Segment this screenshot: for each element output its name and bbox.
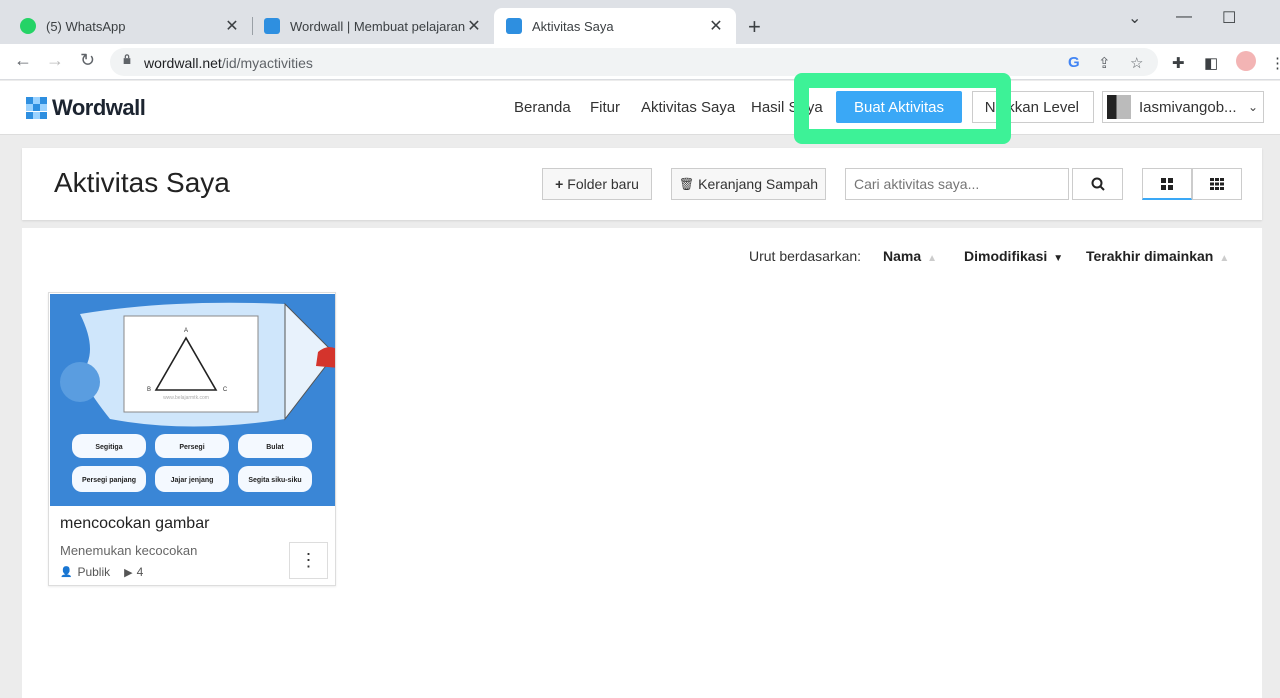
new-tab-button[interactable]: + xyxy=(748,14,761,40)
sort-option-label: Dimodifikasi xyxy=(964,248,1048,264)
activity-thumbnail[interactable]: A B C www.belajarmtk.com Segitiga Perseg… xyxy=(50,294,335,506)
sort-up-icon: ▲ xyxy=(1219,253,1230,264)
large-grid-icon xyxy=(1161,177,1173,190)
activity-meta: 👤 Publik ▶ 4 xyxy=(60,565,143,579)
url-field[interactable]: wordwall.net/id/myactivities G ⇪ ☆ xyxy=(110,48,1158,76)
option-segita-siku-siku: Segita siku-siku xyxy=(248,477,301,484)
sort-up-icon: ▲ xyxy=(927,253,938,264)
option-jajar-jenjang: Jajar jenjang xyxy=(171,477,214,484)
nav-fitur[interactable]: Fitur xyxy=(590,99,620,116)
profile-avatar[interactable] xyxy=(1236,51,1256,71)
plus-icon: + xyxy=(555,176,564,192)
url-path: /id/myactivities xyxy=(221,55,313,71)
share-icon[interactable]: ⇪ xyxy=(1098,54,1111,72)
close-icon[interactable]: ✕ xyxy=(224,16,240,36)
address-bar: ← → ↻ wordwall.net/id/myactivities G ⇪ ☆… xyxy=(0,44,1280,80)
small-grid-view-button[interactable] xyxy=(1192,168,1242,200)
whatsapp-icon xyxy=(20,18,36,34)
trash-icon: 🗑 xyxy=(678,177,695,191)
grid-view-button[interactable] xyxy=(1142,168,1192,200)
lock-icon xyxy=(123,54,131,64)
activity-type: Menemukan kecocokan xyxy=(60,543,198,558)
tab-title: Aktivitas Saya xyxy=(532,18,614,34)
tab-whatsapp[interactable]: (5) WhatsApp ✕ xyxy=(8,8,252,44)
play-count: 4 xyxy=(136,565,144,579)
search-button[interactable] xyxy=(1072,168,1123,200)
visibility-label: Publik xyxy=(77,565,111,579)
option-bulat: Bulat xyxy=(266,444,284,451)
nav-hasil-saya[interactable]: Hasil Saya xyxy=(751,99,823,116)
sort-down-icon: ▼ xyxy=(1053,253,1064,264)
more-vertical-icon: ⋮ xyxy=(299,550,318,570)
page-title-panel: Aktivitas Saya + Folder baru 🗑 Keranjang… xyxy=(22,148,1262,220)
play-icon: ▶ xyxy=(124,566,133,579)
trash-label: Keranjang Sampah xyxy=(698,176,819,192)
activity-card[interactable]: A B C www.belajarmtk.com Segitiga Perseg… xyxy=(48,292,336,586)
page-title: Aktivitas Saya xyxy=(54,167,230,198)
tab-search-icon[interactable]: ⌄ xyxy=(1128,8,1141,28)
back-icon[interactable]: ← xyxy=(14,50,32,71)
thumbnail-image: A B C www.belajarmtk.com Segitiga Perseg… xyxy=(60,302,335,492)
logo[interactable]: Wordwall xyxy=(26,95,146,121)
sort-by-name[interactable]: Nama ▲ xyxy=(883,248,937,264)
activity-list-panel: Urut berdasarkan: Nama ▲ Dimodifikasi ▼ Te… xyxy=(22,228,1262,698)
small-grid-icon xyxy=(1210,178,1224,190)
reload-icon[interactable]: ↻ xyxy=(80,50,95,71)
sort-label: Urut berdasarkan: xyxy=(749,248,862,264)
option-persegi: Persegi xyxy=(179,444,204,451)
wordwall-icon xyxy=(506,18,522,34)
forward-icon[interactable]: → xyxy=(46,50,64,71)
new-folder-button[interactable]: + Folder baru xyxy=(542,168,652,200)
sort-by-modified[interactable]: Dimodifikasi ▼ xyxy=(964,248,1063,264)
logo-text: Wordwall xyxy=(52,95,146,120)
sort-option-label: Terakhir dimainkan xyxy=(1086,248,1214,264)
upgrade-level-label: Naikkan Level xyxy=(984,98,1079,116)
nav-aktivitas-saya[interactable]: Aktivitas Saya xyxy=(641,99,735,116)
activity-options-button[interactable]: ⋮ xyxy=(289,542,328,579)
browser-tabbar: (5) WhatsApp ✕ Wordwall | Membuat pelaja… xyxy=(0,0,1280,44)
option-persegi-panjang: Persegi panjang xyxy=(82,477,136,484)
wordwall-icon xyxy=(264,18,280,34)
side-panel-icon[interactable]: ◧ xyxy=(1204,54,1218,72)
wordwall-logo-icon xyxy=(26,97,48,119)
tab-title: (5) WhatsApp xyxy=(46,18,126,34)
google-icon[interactable]: G xyxy=(1068,54,1080,71)
option-segitiga: Segitiga xyxy=(95,444,122,451)
close-icon[interactable]: ✕ xyxy=(708,16,724,36)
sort-option-label: Nama xyxy=(883,248,922,264)
vertex-c-label: C xyxy=(223,387,228,393)
tab-wordwall-home[interactable]: Wordwall | Membuat pelajaran yang lebih … xyxy=(252,8,494,44)
watermark-text: www.belajarmtk.com xyxy=(163,395,209,401)
vertex-b-label: B xyxy=(147,387,151,393)
close-icon[interactable]: ✕ xyxy=(466,16,482,36)
new-folder-label: Folder baru xyxy=(567,176,639,192)
bookmark-star-icon[interactable]: ☆ xyxy=(1130,54,1143,72)
user-menu[interactable]: Iasmivangob... ⌄ xyxy=(1102,91,1264,123)
chevron-down-icon: ⌄ xyxy=(1247,100,1259,114)
user-icon: 👤 xyxy=(60,566,73,578)
user-name: Iasmivangob... xyxy=(1139,98,1237,116)
search-icon xyxy=(1091,177,1105,191)
site-header: Wordwall Beranda Fitur Aktivitas Saya Ha… xyxy=(0,81,1280,135)
vertex-a-label: A xyxy=(184,328,188,334)
create-activity-button[interactable]: Buat Aktivitas xyxy=(836,91,962,123)
activity-title[interactable]: mencocokan gambar xyxy=(60,515,209,533)
menu-icon[interactable]: ⋮ xyxy=(1270,54,1280,72)
maximize-icon[interactable]: ☐ xyxy=(1222,8,1236,28)
minimize-icon[interactable]: — xyxy=(1176,8,1192,26)
extensions-icon[interactable]: ✚ xyxy=(1172,54,1185,72)
tab-aktivitas-saya[interactable]: Aktivitas Saya ✕ xyxy=(494,8,736,44)
nav-beranda[interactable]: Beranda xyxy=(514,99,571,116)
url-text: wordwall.net/id/myactivities xyxy=(144,55,313,71)
avatar xyxy=(1107,95,1131,119)
search-input[interactable] xyxy=(845,168,1069,200)
tab-title: Wordwall | Membuat pelajaran yang lebih … xyxy=(290,18,466,34)
url-host: wordwall.net xyxy=(144,55,222,71)
trash-button[interactable]: 🗑 Keranjang Sampah xyxy=(671,168,826,200)
upgrade-level-button[interactable]: Naikkan Level xyxy=(972,91,1094,123)
sort-by-last-played[interactable]: Terakhir dimainkan ▲ xyxy=(1086,248,1229,264)
